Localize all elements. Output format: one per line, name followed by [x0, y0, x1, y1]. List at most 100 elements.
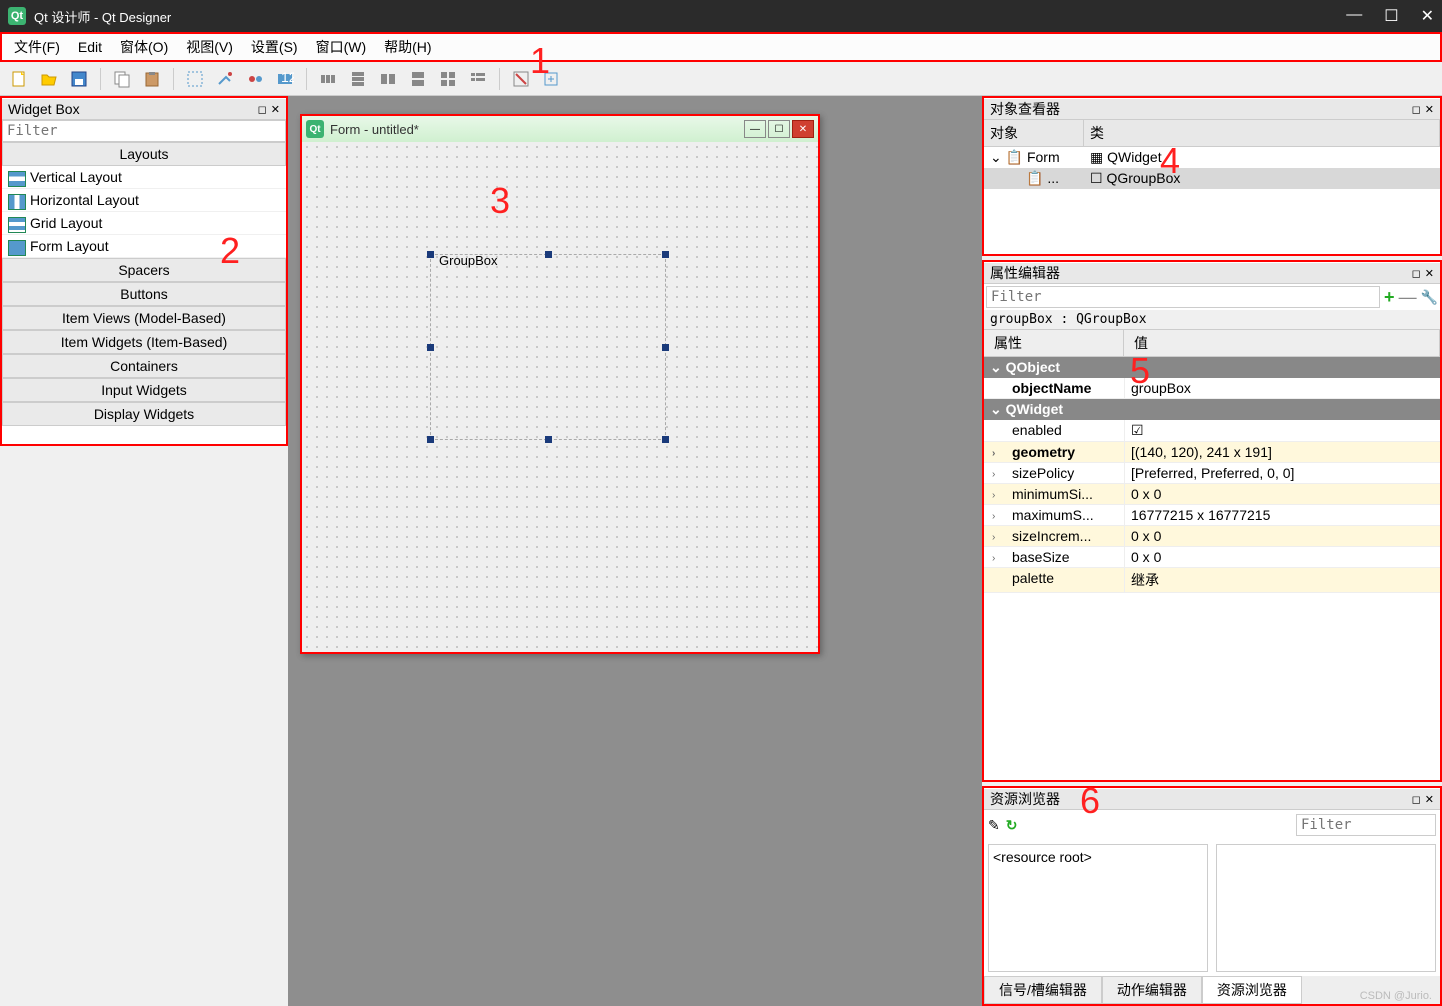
resource-browser-title: 资源浏览器 [990, 789, 1060, 809]
menu-form[interactable]: 窗体(O) [114, 35, 174, 59]
close-icon[interactable]: ✕ [1425, 793, 1434, 806]
property-filter[interactable] [986, 286, 1380, 308]
prop-geometry[interactable]: ›geometry[(140, 120), 241 x 191] [984, 442, 1440, 463]
category-spacers[interactable]: Spacers [2, 258, 286, 282]
prop-sizeIncrem[interactable]: ›sizeIncrem...0 x 0 [984, 526, 1440, 547]
edit-buddies-icon[interactable] [242, 66, 268, 92]
prop-sizePolicy[interactable]: ›sizePolicy[Preferred, Preferred, 0, 0] [984, 463, 1440, 484]
toolbar: 123 [0, 62, 1442, 96]
group-qwidget[interactable]: ⌄ QWidget [984, 399, 1440, 420]
edit-icon[interactable]: ✎ [988, 817, 1000, 834]
widget-box-title: Widget Box [8, 101, 80, 117]
edit-widgets-icon[interactable] [182, 66, 208, 92]
prop-objectname[interactable]: objectName groupBox [984, 378, 1440, 399]
widget-box-filter[interactable] [2, 120, 286, 142]
menu-help[interactable]: 帮助(H) [378, 35, 437, 59]
property-editor-title: 属性编辑器 [990, 263, 1060, 283]
add-icon[interactable]: + [1384, 287, 1395, 308]
prop-baseSize[interactable]: ›baseSize0 x 0 [984, 547, 1440, 568]
col-object: 对象 [984, 120, 1084, 146]
close-icon[interactable]: ✕ [271, 103, 280, 116]
edit-tab-order-icon[interactable]: 123 [272, 66, 298, 92]
design-canvas[interactable]: Qt Form - untitled* — ☐ ✕ GroupBox [288, 96, 982, 1006]
category-input-widgets[interactable]: Input Widgets [2, 378, 286, 402]
maximize-button[interactable]: ☐ [1384, 6, 1398, 26]
tab-signal-slot[interactable]: 信号/槽编辑器 [984, 976, 1102, 1004]
widget-form-layout[interactable]: Form Layout [2, 235, 286, 258]
object-inspector-title: 对象查看器 [990, 99, 1060, 119]
layout-v-icon[interactable] [345, 66, 371, 92]
prop-palette[interactable]: palette继承 [984, 568, 1440, 593]
category-containers[interactable]: Containers [2, 354, 286, 378]
category-layouts[interactable]: Layouts [2, 142, 286, 166]
menu-settings[interactable]: 设置(S) [245, 35, 304, 59]
form-titlebar: Qt Form - untitled* — ☐ ✕ [302, 116, 818, 142]
widget-box-header: Widget Box ◻ ✕ [2, 98, 286, 120]
close-icon[interactable]: ✕ [1425, 267, 1434, 280]
category-item-views[interactable]: Item Views (Model-Based) [2, 306, 286, 330]
menubar: 文件(F) Edit 窗体(O) 视图(V) 设置(S) 窗口(W) 帮助(H) [0, 32, 1442, 62]
edit-signals-icon[interactable] [212, 66, 238, 92]
layout-hsplit-icon[interactable] [375, 66, 401, 92]
tree-row-form[interactable]: ⌄ 📋 Form ▦ QWidget [984, 147, 1440, 168]
tab-resource-browser[interactable]: 资源浏览器 [1202, 976, 1302, 1004]
object-inspector-panel: 对象查看器 ◻ ✕ 对象 类 ⌄ 📋 Form ▦ QWidget 📋 ... … [982, 96, 1442, 256]
menu-edit[interactable]: Edit [72, 37, 108, 57]
tree-row-groupbox[interactable]: 📋 ... ☐ QGroupBox [984, 168, 1440, 189]
resource-tree[interactable]: <resource root> [988, 844, 1208, 972]
layout-h-icon[interactable] [315, 66, 341, 92]
group-qobject[interactable]: ⌄ QObject [984, 357, 1440, 378]
widget-horizontal-layout[interactable]: Horizontal Layout [2, 189, 286, 212]
form-close-button[interactable]: ✕ [792, 120, 814, 138]
form-body[interactable]: GroupBox [302, 142, 818, 652]
close-button[interactable]: ✕ [1421, 6, 1434, 26]
paste-icon[interactable] [139, 66, 165, 92]
copy-icon[interactable] [109, 66, 135, 92]
tab-action-editor[interactable]: 动作编辑器 [1102, 976, 1202, 1004]
break-layout-icon[interactable] [508, 66, 534, 92]
widget-vertical-layout[interactable]: Vertical Layout [2, 166, 286, 189]
form-window[interactable]: Qt Form - untitled* — ☐ ✕ GroupBox [300, 114, 820, 654]
app-icon: Qt [8, 7, 26, 25]
save-icon[interactable] [66, 66, 92, 92]
col-class: 类 [1084, 120, 1440, 146]
category-buttons[interactable]: Buttons [2, 282, 286, 306]
resource-root[interactable]: <resource root> [993, 849, 1092, 865]
layout-form-icon[interactable] [465, 66, 491, 92]
resource-filter[interactable] [1296, 814, 1436, 836]
minimize-button[interactable]: — [1346, 6, 1362, 26]
property-editor-panel: 属性编辑器 ◻ ✕ + — 🔧 groupBox : QGroupBox 属性 … [982, 260, 1442, 782]
category-item-widgets[interactable]: Item Widgets (Item-Based) [2, 330, 286, 354]
float-icon[interactable]: ◻ [1412, 267, 1421, 280]
watermark: CSDN @Jurio. [1360, 990, 1432, 1002]
svg-text:123: 123 [281, 70, 294, 85]
new-icon[interactable] [6, 66, 32, 92]
menu-window[interactable]: 窗口(W) [310, 35, 373, 59]
float-icon[interactable]: ◻ [1412, 103, 1421, 116]
layout-grid-icon[interactable] [435, 66, 461, 92]
config-icon[interactable]: 🔧 [1421, 289, 1438, 306]
widget-grid-layout[interactable]: Grid Layout [2, 212, 286, 235]
groupbox-title: GroupBox [439, 253, 498, 268]
adjust-size-icon[interactable] [538, 66, 564, 92]
qt-icon: Qt [306, 120, 324, 138]
resource-browser-panel: 资源浏览器 ◻ ✕ ✎ ↻ <resource root> 信号/槽编辑器 动作… [982, 786, 1442, 1006]
form-minimize-button[interactable]: — [744, 120, 766, 138]
reload-icon[interactable]: ↻ [1006, 817, 1018, 834]
remove-icon[interactable]: — [1399, 287, 1417, 308]
prop-minimumSi[interactable]: ›minimumSi...0 x 0 [984, 484, 1440, 505]
groupbox-widget[interactable]: GroupBox [430, 254, 666, 440]
layout-vsplit-icon[interactable] [405, 66, 431, 92]
float-icon[interactable]: ◻ [1412, 793, 1421, 806]
category-display-widgets[interactable]: Display Widgets [2, 402, 286, 426]
close-icon[interactable]: ✕ [1425, 103, 1434, 116]
resource-preview [1216, 844, 1436, 972]
open-icon[interactable] [36, 66, 62, 92]
float-icon[interactable]: ◻ [258, 103, 267, 116]
col-value: 值 [1124, 330, 1440, 356]
menu-view[interactable]: 视图(V) [180, 35, 239, 59]
menu-file[interactable]: 文件(F) [8, 35, 66, 59]
form-maximize-button[interactable]: ☐ [768, 120, 790, 138]
prop-maximumS[interactable]: ›maximumS...16777215 x 16777215 [984, 505, 1440, 526]
prop-enabled[interactable]: enabled☑ [984, 420, 1440, 442]
